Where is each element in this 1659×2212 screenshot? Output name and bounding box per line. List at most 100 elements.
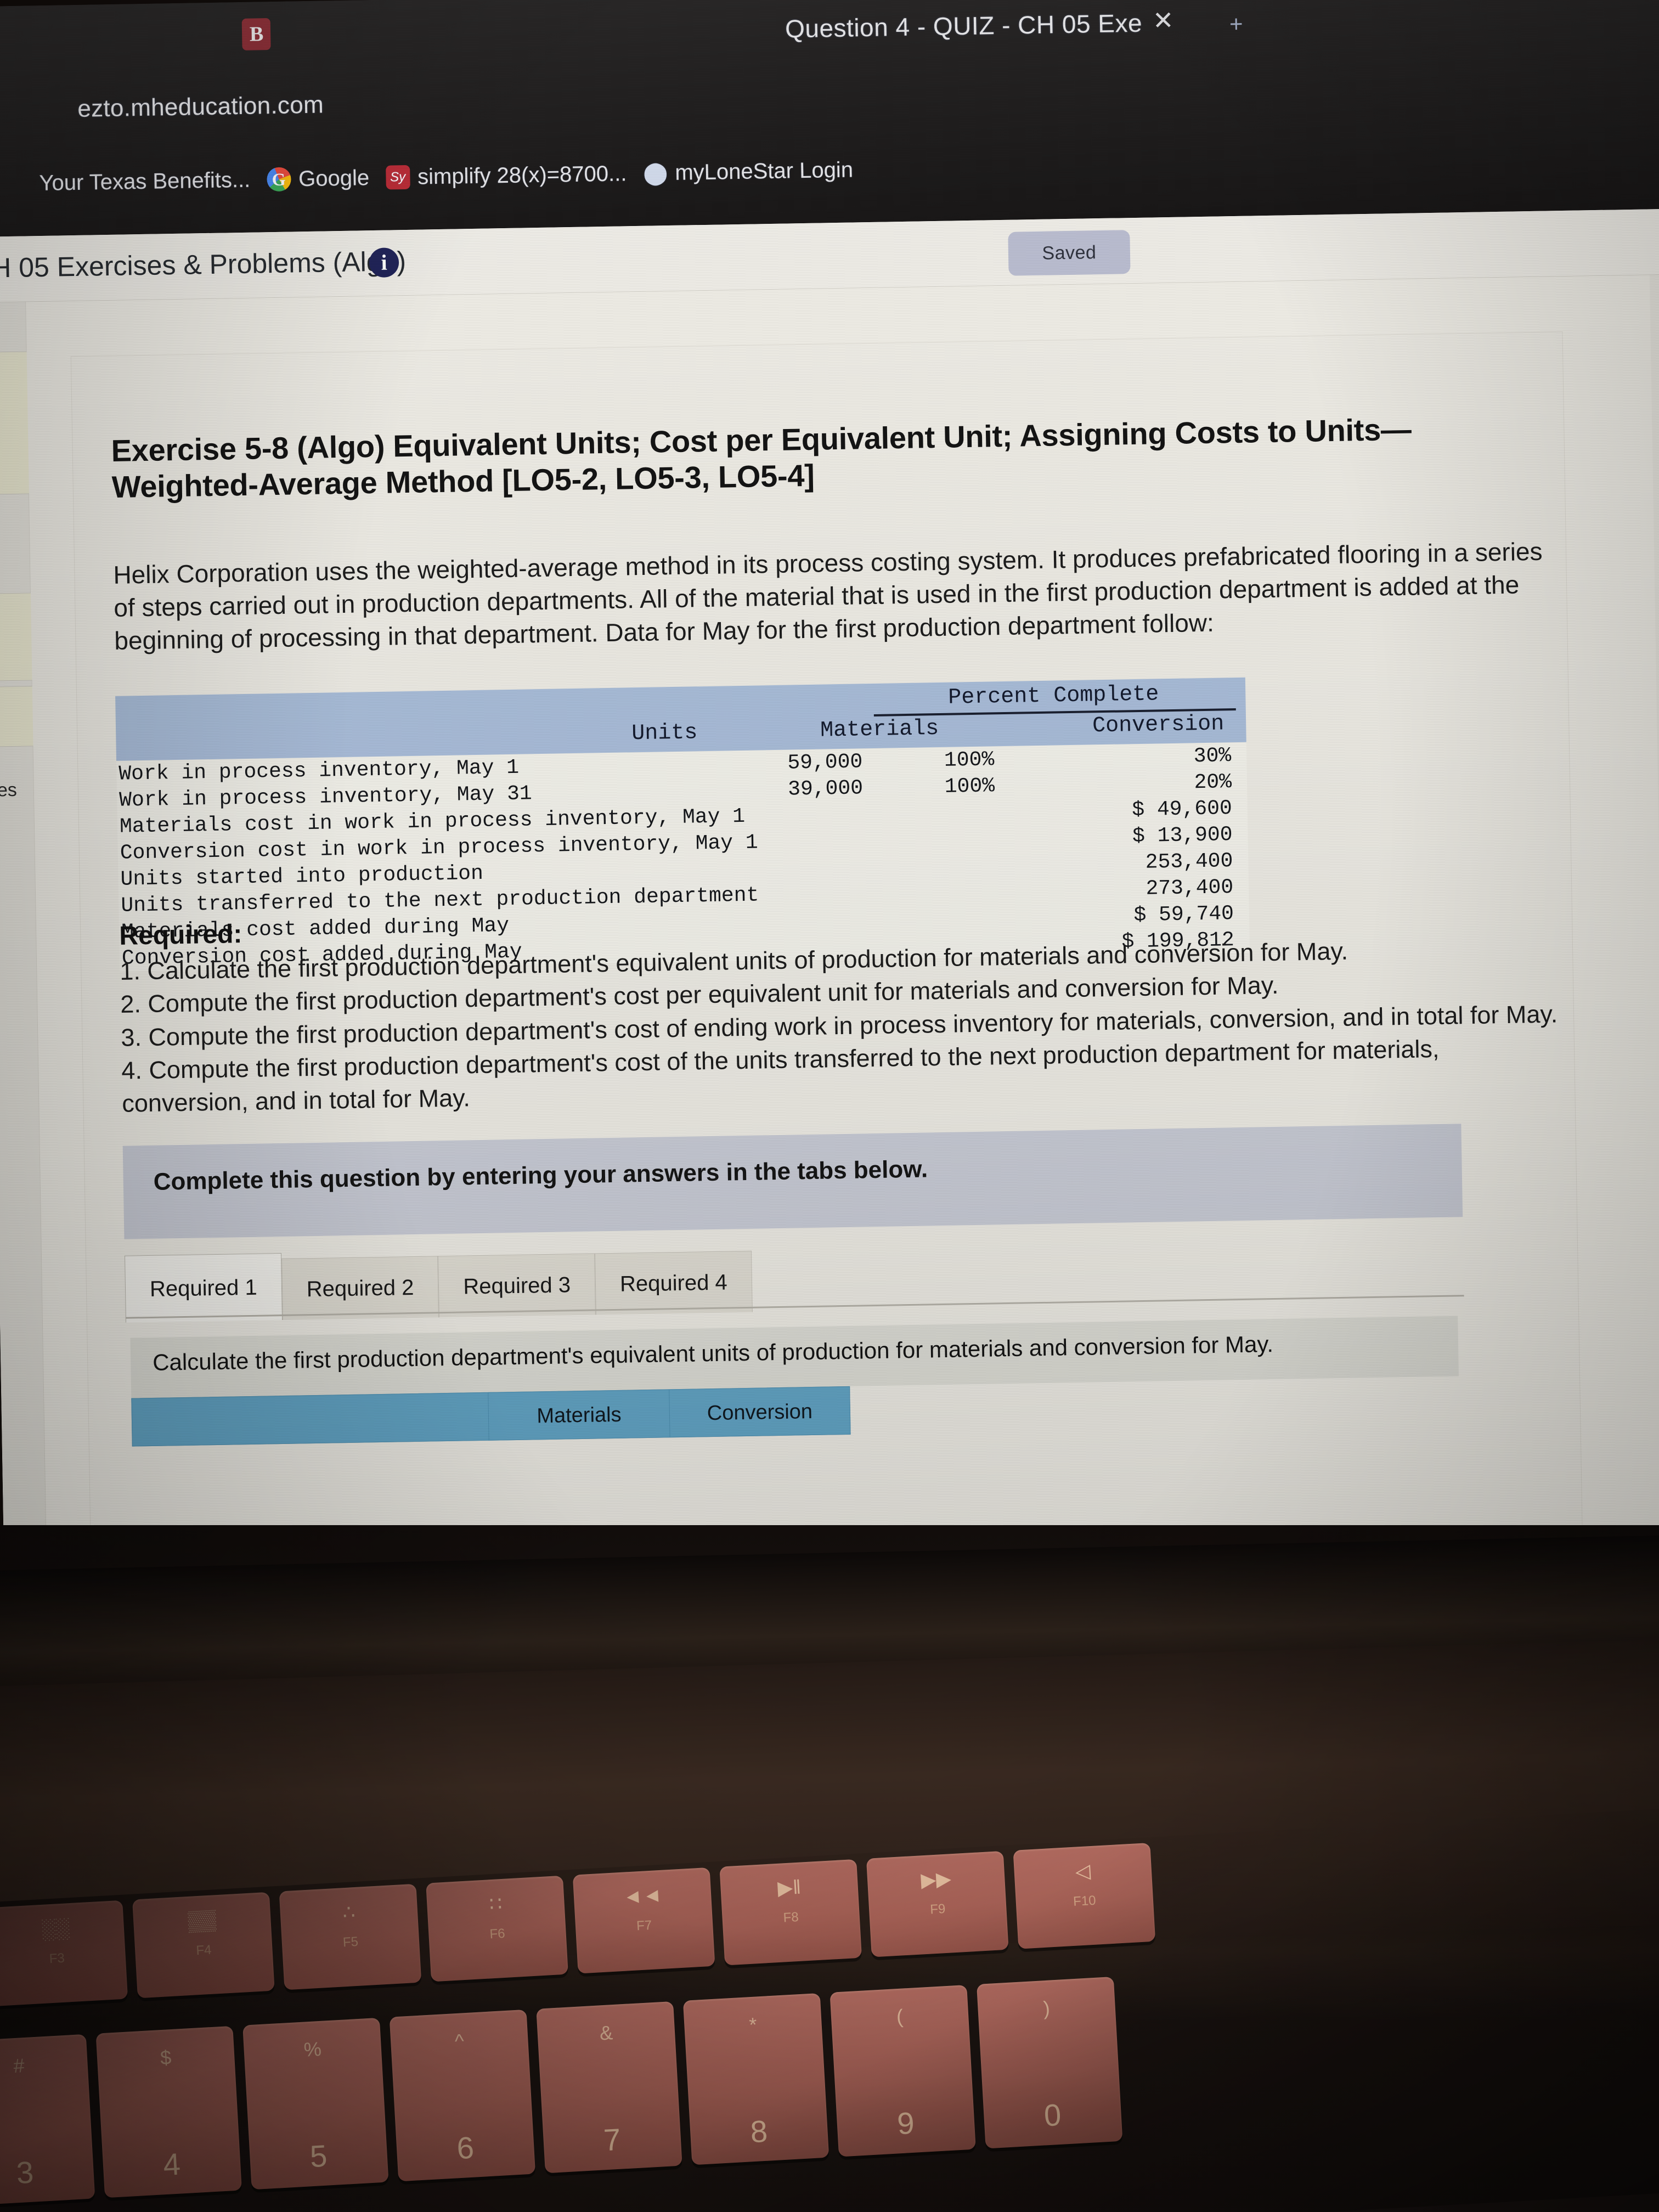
key-f8[interactable]: ▶‖ F8 [719, 1859, 862, 1966]
mheducation-favicon: B [241, 18, 271, 50]
key-sublabel: F5 [342, 1934, 359, 1950]
rail-box[interactable] [0, 592, 36, 681]
key-shift-glyph: $ [160, 2046, 172, 2069]
row-conversion: 273,400 [1146, 875, 1234, 901]
key-shift-glyph: % [303, 2037, 322, 2061]
key-sublabel: F10 [1073, 1893, 1097, 1909]
browser-chrome: B Question 4 - QUIZ - CH 05 Exe ✕ + ezto… [0, 0, 1659, 237]
exercise-title: Exercise 5-8 (Algo) Equivalent Units; Co… [111, 411, 1412, 505]
key-label: 3 [15, 2154, 35, 2191]
key-label: 7 [602, 2121, 622, 2158]
tab-required-2[interactable]: Required 2 [281, 1256, 439, 1321]
row-conversion: 253,400 [1145, 849, 1233, 874]
bookmark-label: Google [298, 165, 370, 191]
answer-prompt-text: Calculate the first production departmen… [152, 1331, 1274, 1375]
bookmark-mylonestar-login[interactable]: ⬤ myLoneStar Login [643, 157, 853, 185]
key-sublabel: F3 [49, 1950, 65, 1967]
key-0[interactable]: ) 0 [977, 1977, 1123, 2149]
new-tab-icon[interactable]: + [1229, 11, 1243, 37]
key-label: 6 [455, 2130, 475, 2166]
key-glyph: ◁ [1074, 1859, 1091, 1883]
key-f3[interactable]: ░░ F3 [0, 1900, 128, 2007]
photo-of-laptop: B Question 4 - QUIZ - CH 05 Exe ✕ + ezto… [0, 0, 1659, 2212]
key-shift-glyph: * [748, 2013, 758, 2036]
lonestar-icon: ⬤ [643, 161, 668, 185]
row-materials [864, 838, 996, 840]
key-f9[interactable]: ▶▶ F9 [866, 1850, 1009, 1957]
col-header-units: Units [631, 720, 698, 747]
key-label: 0 [1043, 2097, 1062, 2133]
tab-required-4[interactable]: Required 4 [595, 1250, 753, 1315]
key-label: 4 [162, 2146, 182, 2182]
col-header-materials: Materials [820, 716, 939, 743]
key-shift-glyph: # [13, 2054, 25, 2078]
rail-label: ces [0, 779, 18, 801]
key-sublabel: F8 [782, 1909, 799, 1926]
key-f4[interactable]: ▒▒ F4 [132, 1892, 275, 1999]
key-sublabel: F9 [929, 1901, 946, 1917]
key-9[interactable]: ( 9 [830, 1984, 976, 2157]
bookmark-label: myLoneStar Login [674, 157, 854, 185]
tab-required-1[interactable]: Required 1 [125, 1253, 283, 1323]
percent-complete-group-header: Percent Complete [947, 682, 1159, 710]
key-7[interactable]: & 7 [536, 2001, 682, 2174]
exercise-body: Helix Corporation uses the weighted-aver… [112, 537, 1543, 655]
bookmark-google[interactable]: Google [266, 165, 370, 192]
key-shift-glyph: ^ [454, 2029, 465, 2053]
bookmarks-bar: Your Texas Benefits... Google Sy simplif… [0, 131, 1659, 210]
row-conversion: 30% [1193, 743, 1232, 768]
key-8[interactable]: * 8 [682, 1993, 830, 2165]
key-sublabel: F6 [489, 1926, 506, 1942]
key-glyph: ▶‖ [777, 1875, 802, 1899]
complete-question-text: Complete this question by entering your … [153, 1155, 928, 1195]
close-icon[interactable]: ✕ [1153, 6, 1174, 35]
key-f6[interactable]: ∷ F6 [426, 1875, 568, 1982]
key-glyph: ▶▶ [920, 1867, 952, 1892]
key-glyph: ∴ [342, 1900, 356, 1924]
browser-tabstrip: B Question 4 - QUIZ - CH 05 Exe ✕ + [0, 0, 1659, 89]
key-sublabel: F7 [636, 1917, 652, 1934]
key-label: 8 [749, 2113, 769, 2149]
number-key-row: # 3 $ 4 % 5 ^ 6 & 7 * 8 (9) 0 [0, 1977, 1123, 2207]
key-label: 5 [309, 2138, 328, 2174]
key-shift-glyph: ( [895, 2005, 904, 2028]
page-title: CH 05 Exercises & Problems (Algo) [0, 246, 407, 284]
answer-col-conversion: Conversion [707, 1400, 813, 1425]
row-conversion: $ 13,900 [1132, 822, 1233, 848]
key-glyph: ▒▒ [187, 1908, 217, 1932]
row-materials: 100% [944, 774, 995, 799]
answer-prompt: Calculate the first production departmen… [130, 1316, 1459, 1398]
key-3[interactable]: # 3 [0, 2034, 95, 2207]
key-shift-glyph: & [599, 2021, 614, 2045]
content-area: Exercise 5-8 (Algo) Equivalent Units; Co… [26, 275, 1659, 1587]
key-5[interactable]: % 5 [242, 2017, 389, 2190]
row-units [701, 919, 865, 922]
key-6[interactable]: ^ 6 [389, 2009, 536, 2182]
complete-question-banner: Complete this question by entering your … [122, 1124, 1463, 1239]
row-conversion: $ 59,740 [1133, 901, 1234, 927]
tab-required-3[interactable]: Required 3 [438, 1253, 596, 1318]
table-body: Work in process inventory, May 1 59,000 … [116, 742, 1250, 972]
laptop-screen: B Question 4 - QUIZ - CH 05 Exe ✕ + ezto… [0, 0, 1659, 1587]
answer-col-blank [132, 1392, 489, 1446]
key-4[interactable]: $ 4 [95, 2025, 242, 2198]
row-materials [865, 917, 997, 919]
bookmark-label: simplify 28(x)=8700... [417, 161, 627, 189]
key-sublabel: F4 [195, 1942, 212, 1959]
google-icon [266, 167, 291, 192]
row-materials: 100% [944, 747, 995, 772]
key-glyph: ░░ [41, 1916, 70, 1940]
key-f5[interactable]: ∴ F5 [279, 1883, 422, 1990]
required-heading: Required: [119, 919, 242, 951]
app-page: CH 05 Exercises & Problems (Algo) i Save… [0, 208, 1659, 1587]
bookmark-your-texas-benefits[interactable]: Your Texas Benefits... [7, 167, 250, 196]
rail-box[interactable] [0, 686, 37, 747]
laptop-body: ░░ F3 ▒▒ F4 ∴ F5 ∷ F6 ◄◄ F7 ▶‖ F8 ▶▶ F9 … [0, 1525, 1659, 2212]
bookmark-simplify[interactable]: Sy simplify 28(x)=8700... [385, 161, 627, 190]
key-f10[interactable]: ◁ F10 [1013, 1842, 1156, 1949]
texas-icon [7, 171, 32, 196]
address-bar[interactable]: ezto.mheducation.com [77, 91, 324, 122]
browser-tab[interactable]: Question 4 - QUIZ - CH 05 Exe [785, 8, 1143, 44]
key-f7[interactable]: ◄◄ F7 [572, 1867, 715, 1974]
bookmark-label: Your Texas Benefits... [39, 167, 251, 195]
